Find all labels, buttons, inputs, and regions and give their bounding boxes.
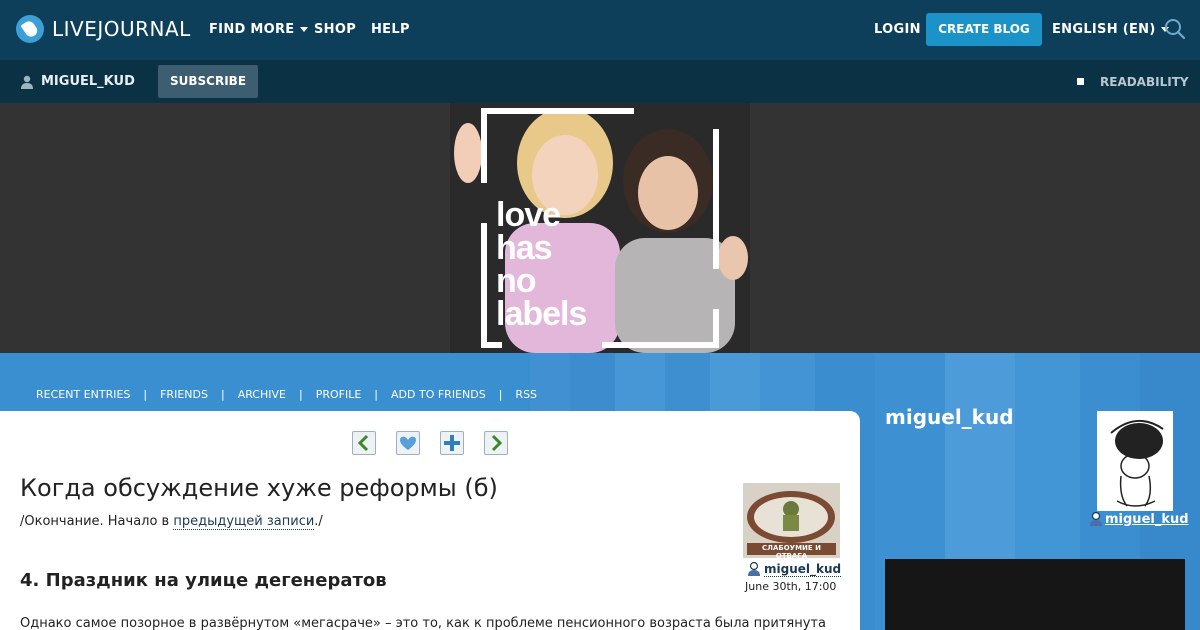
add-to-memories-button[interactable] <box>396 431 420 455</box>
banner-slogan: love has no labels <box>496 196 587 333</box>
plus-icon <box>444 435 460 451</box>
nav-shop[interactable]: SHOP <box>314 0 356 60</box>
user-icon <box>1090 511 1102 526</box>
sidebar-widget <box>885 559 1185 630</box>
previous-post-link[interactable]: предыдущей записи <box>173 514 315 530</box>
user-icon <box>21 75 33 89</box>
readability-checkbox[interactable] <box>1076 77 1085 86</box>
nav-help[interactable]: HELP <box>371 0 410 60</box>
post-title: Когда обсуждение хуже реформы (б) <box>20 474 498 502</box>
sidebar-journal-name: miguel_kud <box>885 405 1014 429</box>
post-date: June 30th, 17:00 <box>745 580 837 593</box>
heart-icon <box>400 436 416 450</box>
search-icon[interactable] <box>1164 18 1186 40</box>
nav-friends[interactable]: FRIENDS <box>160 388 208 401</box>
arrow-right-icon <box>491 434 503 452</box>
nav-add-to-friends[interactable]: ADD TO FRIENDS <box>391 388 486 401</box>
brand-name: LIVEJOURNAL <box>52 17 191 41</box>
tag-entry-button[interactable] <box>440 431 464 455</box>
readability-toggle[interactable]: READABILITY <box>1076 60 1189 103</box>
journal-owner-bar: MIGUEL_KUD SUBSCRIBE READABILITY <box>0 60 1200 103</box>
post-intro: /Окончание. Начало в предыдущей записи./ <box>20 514 323 530</box>
journal-owner-link[interactable]: MIGUEL_KUD <box>20 60 135 103</box>
nav-separator: | <box>298 388 303 401</box>
nav-profile[interactable]: PROFILE <box>316 388 362 401</box>
user-icon <box>748 561 760 576</box>
userpic-caption: СЛАБОУМИЕ И ОТВАГА <box>762 544 821 558</box>
post-author-link[interactable]: miguel_kud <box>746 561 842 577</box>
top-navigation-bar: LIVEJOURNAL FIND MORE SHOP HELP LOGIN CR… <box>0 0 1200 60</box>
nav-find-more[interactable]: FIND MORE <box>209 0 308 60</box>
sidebar-user-link[interactable]: miguel_kud <box>1088 511 1189 527</box>
nav-separator: | <box>374 388 379 401</box>
arrow-left-icon <box>357 434 369 452</box>
nav-separator: | <box>220 388 225 401</box>
journal-navigation: RECENT ENTRIES | FRIENDS | ARCHIVE | PRO… <box>36 388 537 401</box>
nav-archive[interactable]: ARCHIVE <box>238 388 286 401</box>
nav-separator: | <box>498 388 503 401</box>
livejournal-logo-icon <box>16 15 44 43</box>
login-link[interactable]: LOGIN <box>874 0 921 60</box>
post-userpic[interactable]: СЛАБОУМИЕ И ОТВАГА <box>743 483 840 558</box>
livejournal-logo[interactable]: LIVEJOURNAL <box>16 15 191 43</box>
create-blog-button[interactable]: CREATE BLOG <box>926 13 1042 46</box>
header-photo <box>450 103 750 353</box>
language-selector[interactable]: ENGLISH (EN) <box>1052 0 1169 60</box>
subscribe-button[interactable]: SUBSCRIBE <box>158 65 258 98</box>
nav-separator: | <box>143 388 148 401</box>
post-body-text: Однако самое позорное в развёрнутом «мег… <box>20 616 826 630</box>
post-subheading: 4. Праздник на улице дегенератов <box>20 570 387 591</box>
sidebar-userpic-image <box>1097 411 1173 511</box>
nav-recent-entries[interactable]: RECENT ENTRIES <box>36 388 130 401</box>
next-entry-button[interactable] <box>484 431 508 455</box>
header-image: love has no labels <box>450 103 750 353</box>
journal-header-banner: love has no labels <box>0 103 1200 353</box>
sidebar-userpic[interactable] <box>1097 411 1173 511</box>
nav-rss[interactable]: RSS <box>515 388 537 401</box>
previous-entry-button[interactable] <box>352 431 376 455</box>
chevron-down-icon <box>299 27 308 32</box>
